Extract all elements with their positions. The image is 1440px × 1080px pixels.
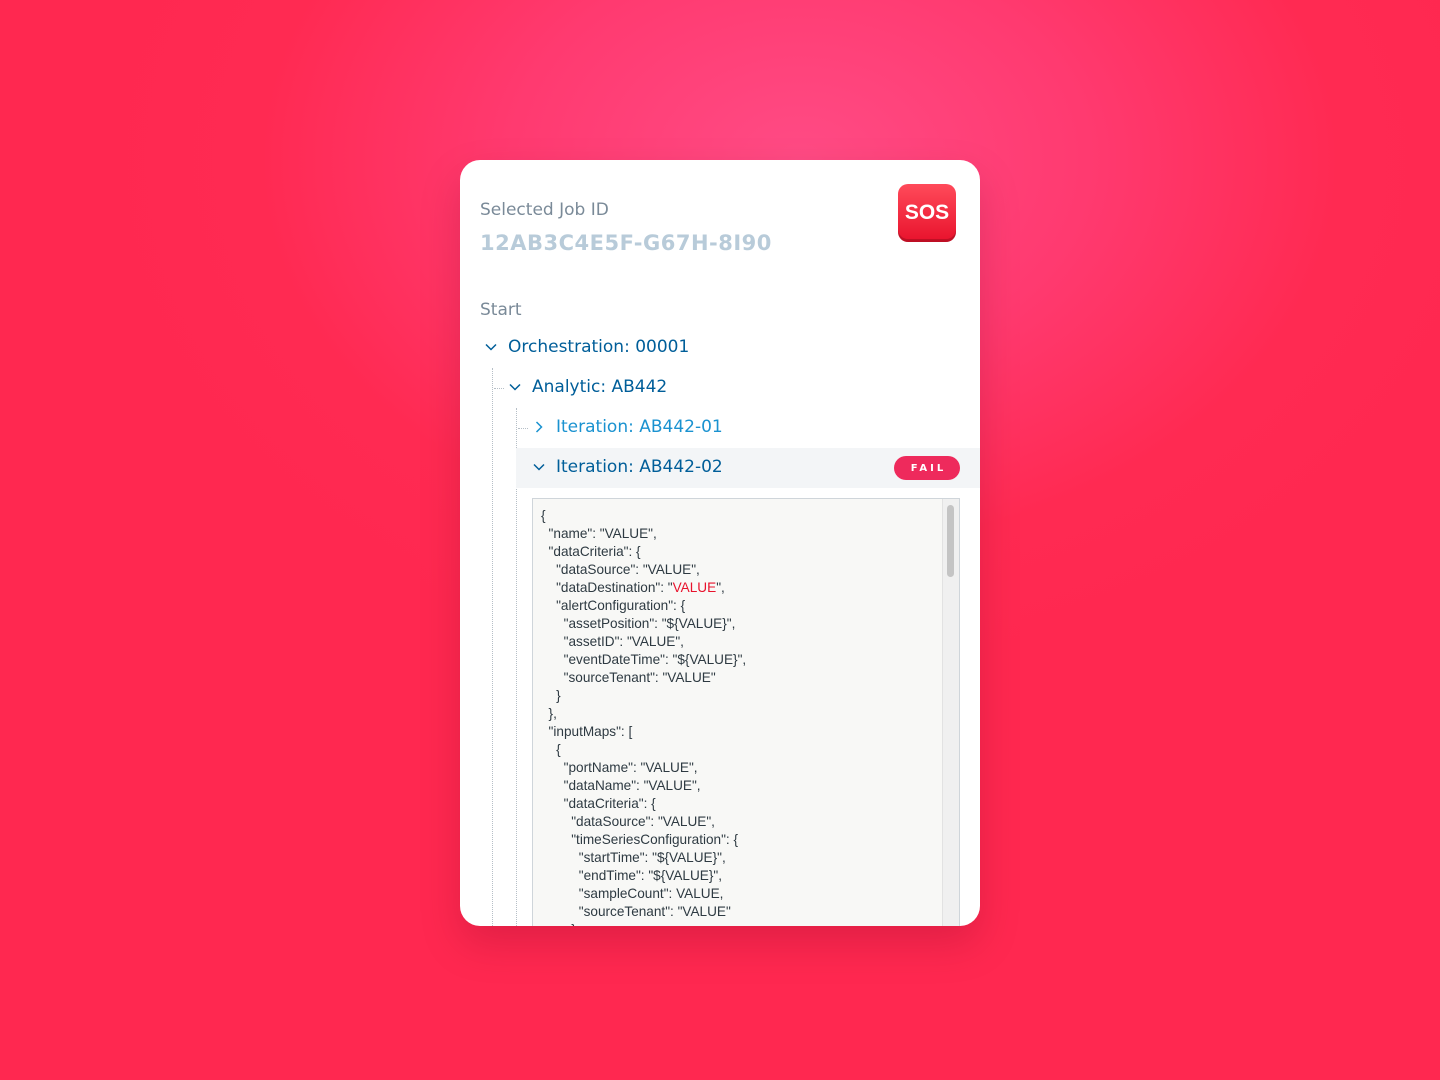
scrollbar[interactable] [942, 499, 959, 926]
chevron-down-icon[interactable] [508, 380, 522, 394]
job-details-card: Selected Job ID 12AB3C4E5F-G67H-8I90 SOS… [460, 160, 980, 926]
tree-node-label: Analytic: AB442 [532, 377, 668, 397]
chevron-down-icon[interactable] [484, 340, 498, 354]
highlighted-value: VALUE [672, 580, 717, 595]
status-badge: FAIL [894, 456, 960, 480]
tree-node-label: Orchestration: 00001 [508, 337, 690, 357]
tree-node-iteration-01[interactable]: Iteration: AB442-01 [532, 417, 723, 437]
chevron-right-icon[interactable] [532, 420, 546, 434]
tree-guide-line [494, 388, 504, 389]
tree-node-label: Iteration: AB442-01 [556, 417, 723, 437]
tree-guide-line [518, 428, 528, 429]
job-id-label: Selected Job ID [480, 200, 609, 220]
tree-guide-line [492, 368, 493, 926]
tree-node-analytic[interactable]: Analytic: AB442 [508, 377, 667, 397]
sos-button[interactable]: SOS [898, 184, 956, 242]
job-id-value: 12AB3C4E5F-G67H-8I90 [480, 231, 772, 255]
json-code-text: { "name": "VALUE", "dataCriteria": { "da… [541, 508, 747, 926]
tree-node-iteration-02[interactable]: Iteration: AB442-02 [532, 457, 723, 477]
tree-start-label: Start [480, 300, 522, 320]
tree-node-orchestration[interactable]: Orchestration: 00001 [484, 337, 689, 357]
scrollbar-thumb[interactable] [947, 505, 954, 577]
tree-node-label: Iteration: AB442-02 [556, 457, 723, 477]
json-code-viewer[interactable]: { "name": "VALUE", "dataCriteria": { "da… [532, 498, 960, 926]
chevron-down-icon[interactable] [532, 460, 546, 474]
